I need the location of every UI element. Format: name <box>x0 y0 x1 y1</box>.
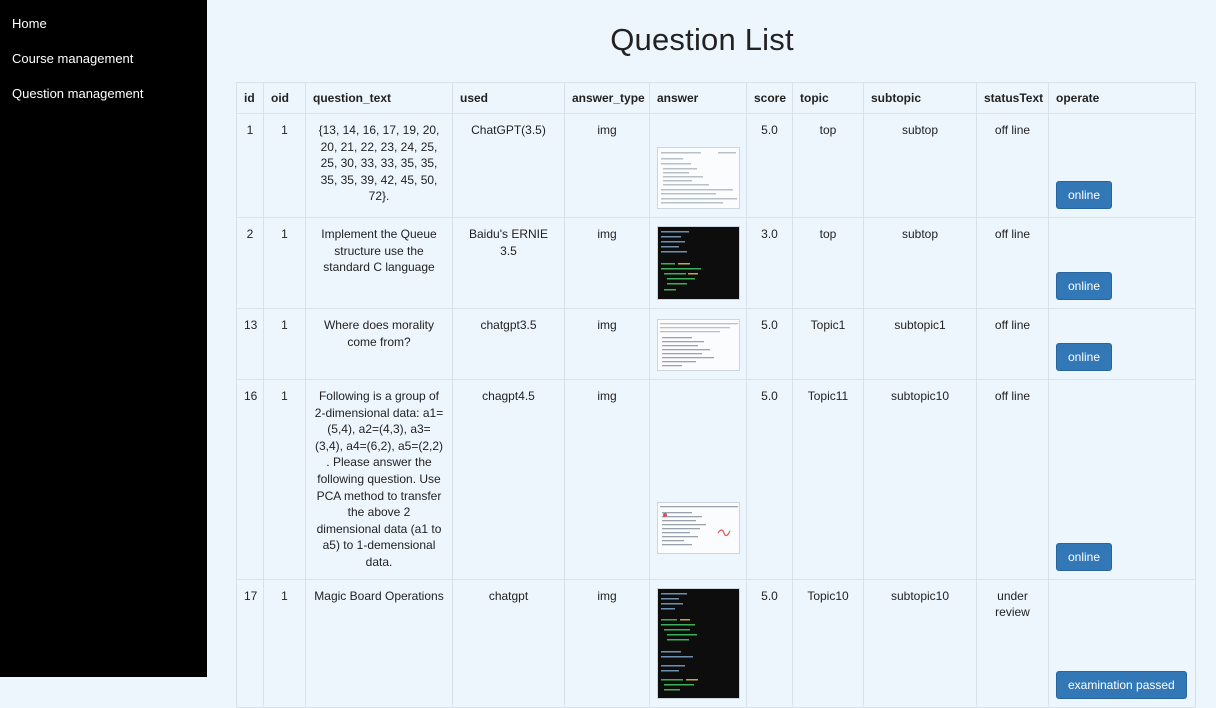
cell-operate: online <box>1048 217 1196 309</box>
cell-topic: Topic11 <box>792 379 864 580</box>
cell-status: off line <box>976 308 1049 380</box>
column-header-oid: oid <box>263 82 306 114</box>
online-button[interactable]: online <box>1056 542 1113 571</box>
cell-subtopic: subtopic10 <box>863 379 977 580</box>
cell-question-text: {13, 14, 16, 17, 19, 20, 20, 21, 22, 23,… <box>305 113 453 218</box>
cell-topic: top <box>792 113 864 218</box>
cell-subtopic: subtop <box>863 113 977 218</box>
cell-answer-type: img <box>564 308 650 380</box>
cell-used: Baidu's ERNIE 3.5 <box>452 217 565 309</box>
cell-subtopic: subtop <box>863 217 977 309</box>
column-header-status: statusText <box>976 82 1049 114</box>
cell-answer <box>649 578 747 708</box>
examination-passed-button[interactable]: examination passed <box>1056 670 1187 699</box>
cell-question-text: Implement the Queue structure use the st… <box>305 217 453 309</box>
cell-topic: Topic10 <box>792 578 864 708</box>
cell-score: 3.0 <box>746 217 793 309</box>
cell-score: 5.0 <box>746 113 793 218</box>
column-header-operate: operate <box>1048 82 1196 114</box>
answer-image[interactable] <box>657 587 740 699</box>
cell-used: ChatGPT(3.5) <box>452 113 565 218</box>
question-table: id oid question_text used answer_type an… <box>236 82 1196 708</box>
cell-question-text: Magic Board Operations <box>305 578 453 708</box>
column-header-question-text: question_text <box>305 82 453 114</box>
cell-status: under review <box>976 578 1049 708</box>
table-header-row: id oid question_text used answer_type an… <box>236 82 1196 114</box>
column-header-score: score <box>746 82 793 114</box>
cell-topic: Topic1 <box>792 308 864 380</box>
cell-oid: 1 <box>263 217 306 309</box>
cell-id: 2 <box>236 217 264 309</box>
cell-used: chagpt4.5 <box>452 379 565 580</box>
cell-status: off line <box>976 113 1049 218</box>
table-row: 1 1 {13, 14, 16, 17, 19, 20, 20, 21, 22,… <box>236 113 1196 218</box>
page-title: Question List <box>610 22 794 57</box>
cell-id: 1 <box>236 113 264 218</box>
cell-operate: examination passed <box>1048 578 1196 708</box>
cell-answer-type: img <box>564 578 650 708</box>
online-button[interactable]: online <box>1056 343 1113 371</box>
main-content: Question List id oid question_text used … <box>207 0 1216 708</box>
cell-answer <box>649 113 747 218</box>
answer-image[interactable] <box>657 226 740 300</box>
cell-id: 16 <box>236 379 264 580</box>
online-button[interactable]: online <box>1056 181 1113 209</box>
column-header-topic: topic <box>792 82 864 114</box>
answer-image[interactable] <box>657 502 740 554</box>
nav-home[interactable]: Home <box>12 16 47 31</box>
cell-oid: 1 <box>263 578 306 708</box>
cell-answer <box>649 308 747 380</box>
cell-operate: online <box>1048 113 1196 218</box>
cell-id: 13 <box>236 308 264 380</box>
table-row: 17 1 Magic Board Operations chatgpt img <box>236 578 1196 708</box>
cell-answer <box>649 217 747 309</box>
table-row: 13 1 Where does morality come from? chat… <box>236 308 1196 380</box>
cell-used: chatgpt3.5 <box>452 308 565 380</box>
table-row: 16 1 Following is a group of 2-dimension… <box>236 379 1196 580</box>
cell-answer-type: img <box>564 217 650 309</box>
cell-subtopic: subtopic10 <box>863 578 977 708</box>
cell-oid: 1 <box>263 379 306 580</box>
cell-id: 17 <box>236 578 264 708</box>
nav-course-management[interactable]: Course management <box>12 51 133 66</box>
cell-oid: 1 <box>263 113 306 218</box>
cell-oid: 1 <box>263 308 306 380</box>
online-button[interactable]: online <box>1056 272 1113 300</box>
cell-used: chatgpt <box>452 578 565 708</box>
cell-answer-type: img <box>564 379 650 580</box>
cell-score: 5.0 <box>746 578 793 708</box>
cell-score: 5.0 <box>746 308 793 380</box>
cell-topic: top <box>792 217 864 309</box>
cell-operate: online <box>1048 308 1196 380</box>
cell-status: off line <box>976 379 1049 580</box>
cell-answer-type: img <box>564 113 650 218</box>
column-header-answer: answer <box>649 82 747 114</box>
column-header-used: used <box>452 82 565 114</box>
cell-question-text: Following is a group of 2-dimensional da… <box>305 379 453 580</box>
nav-question-management[interactable]: Question management <box>12 86 144 101</box>
cell-score: 5.0 <box>746 379 793 580</box>
column-header-subtopic: subtopic <box>863 82 977 114</box>
sidebar: Home Course management Question manageme… <box>0 0 207 677</box>
answer-image[interactable] <box>657 319 740 371</box>
cell-subtopic: subtopic1 <box>863 308 977 380</box>
cell-question-text: Where does morality come from? <box>305 308 453 380</box>
table-row: 2 1 Implement the Queue structure use th… <box>236 217 1196 309</box>
column-header-answer-type: answer_type <box>564 82 650 114</box>
cell-status: off line <box>976 217 1049 309</box>
cell-operate: online <box>1048 379 1196 580</box>
column-header-id: id <box>236 82 264 114</box>
cell-answer <box>649 379 747 580</box>
answer-image[interactable] <box>657 147 740 209</box>
